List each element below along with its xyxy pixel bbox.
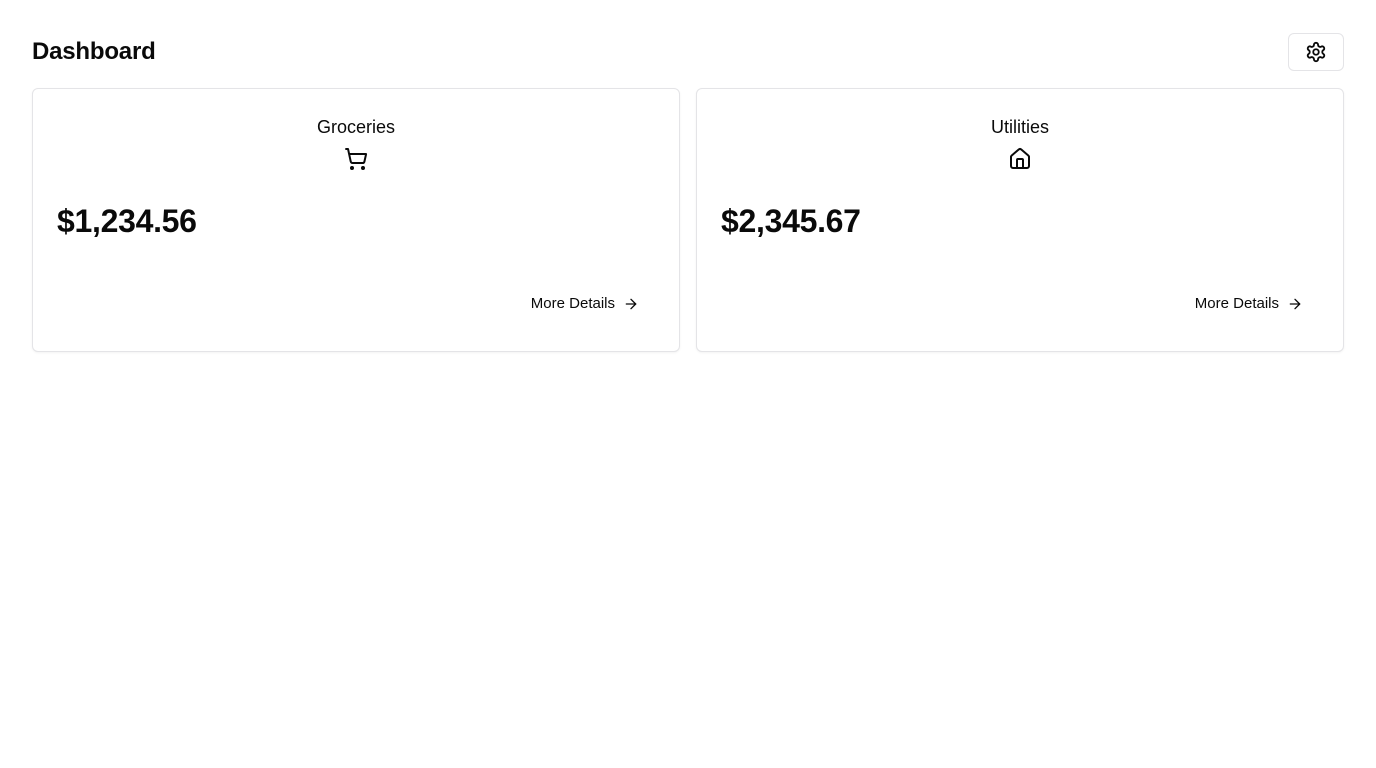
more-details-label: More Details xyxy=(530,295,615,312)
dashboard-page: Dashboard Groceries $1,234.56 More Detai… xyxy=(0,0,1376,768)
card-amount: $1,234.56 xyxy=(57,203,197,239)
utilities-card: Utilities $2,345.67 More Details xyxy=(696,88,1344,352)
settings-button[interactable] xyxy=(1288,33,1344,71)
more-details-link[interactable]: More Details xyxy=(1195,295,1303,312)
gear-icon xyxy=(1305,41,1327,63)
arrow-right-icon xyxy=(1287,296,1303,312)
more-details-link[interactable]: More Details xyxy=(531,295,639,312)
card-title: Utilities xyxy=(990,117,1049,137)
card-title: Groceries xyxy=(316,117,396,137)
home-icon xyxy=(1008,147,1032,171)
header: Dashboard xyxy=(32,32,1344,72)
card-header: Utilities xyxy=(697,117,1343,176)
expense-cards: Groceries $1,234.56 More Details Utiliti… xyxy=(32,88,1344,352)
shopping-cart-icon xyxy=(344,147,368,171)
groceries-card: Groceries $1,234.56 More Details xyxy=(32,88,680,352)
card-header: Groceries xyxy=(33,117,679,176)
arrow-right-icon xyxy=(623,296,639,312)
card-amount: $2,345.67 xyxy=(721,203,861,239)
page-title: Dashboard xyxy=(32,38,156,65)
more-details-label: More Details xyxy=(1194,295,1279,312)
